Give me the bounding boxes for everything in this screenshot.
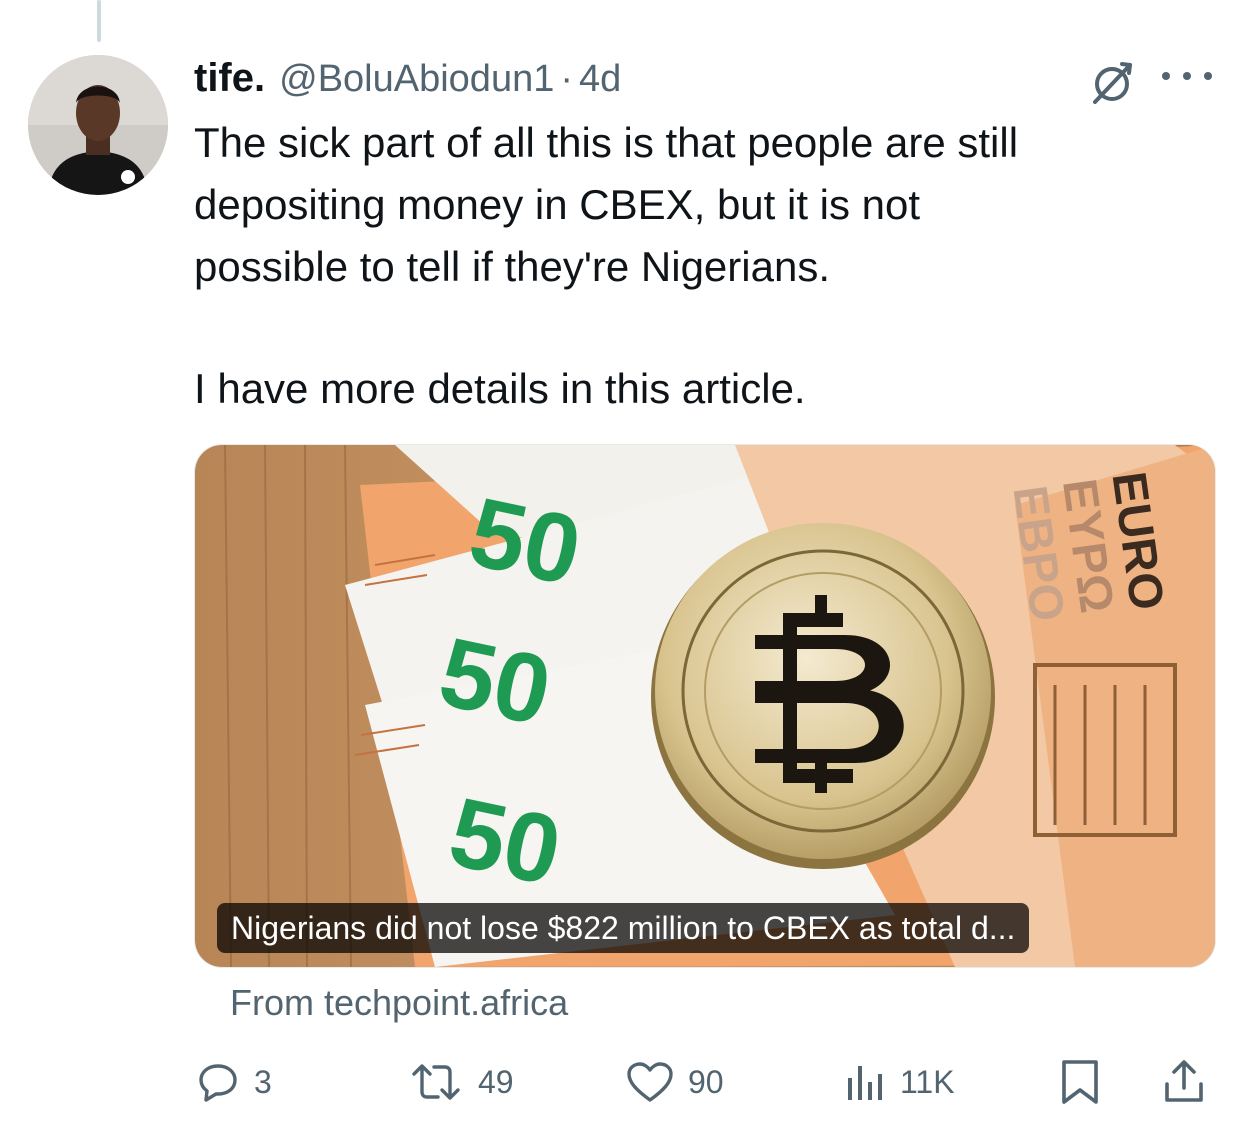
tweet-actions: 3 49 90 11K [0, 1050, 1242, 1114]
author-name[interactable]: tife. [194, 56, 265, 101]
reply-icon [199, 1064, 237, 1102]
tweet-text: The sick part of all this is that people… [194, 112, 1204, 420]
tweet-text-line: The sick part of all this is that people… [194, 119, 1019, 166]
heart-icon [627, 1062, 673, 1102]
bookmark-icon [1062, 1060, 1098, 1104]
repost-count: 49 [478, 1063, 514, 1100]
repost-button[interactable]: 49 [408, 1050, 514, 1114]
repost-icon [412, 1064, 460, 1100]
card-image-note-value: 50 [441, 776, 571, 906]
card-image-note-value: 50 [461, 476, 591, 606]
share-icon [1165, 1060, 1203, 1102]
tweet-text-line: I have more details in this article. [194, 365, 806, 412]
tweet-header: tife. @BoluAbiodun1 · 4d [194, 56, 621, 102]
author-handle[interactable]: @BoluAbiodun1 [279, 58, 554, 101]
views-count: 11K [900, 1063, 955, 1100]
views-icon [848, 1066, 882, 1100]
avatar-image [28, 55, 168, 195]
tweet-text-line: depositing money in CBEX, but it is not [194, 181, 921, 228]
like-button[interactable]: 90 [626, 1050, 724, 1114]
views-button[interactable]: 11K [842, 1050, 955, 1114]
card-title: Nigerians did not lose $822 million to C… [217, 903, 1030, 953]
card-source[interactable]: From techpoint.africa [230, 982, 568, 1024]
like-count: 90 [688, 1063, 724, 1100]
card-image: 50 50 50 EURO EYPΩ EBPO [195, 445, 1215, 967]
tweet-timestamp[interactable]: 4d [579, 58, 621, 101]
card-image-note-value: 50 [431, 616, 561, 746]
reply-count: 3 [254, 1063, 272, 1100]
bookmark-button[interactable] [1058, 1050, 1102, 1114]
link-card[interactable]: 50 50 50 EURO EYPΩ EBPO Nigerians did no… [194, 444, 1216, 968]
share-button[interactable] [1162, 1050, 1206, 1114]
reply-button[interactable]: 3 [196, 1050, 272, 1114]
grok-icon[interactable] [1086, 56, 1138, 108]
avatar[interactable] [28, 55, 168, 195]
thread-connector-line [97, 0, 101, 42]
tweet-text-line: possible to tell if they're Nigerians. [194, 243, 830, 290]
more-icon[interactable] [1162, 62, 1212, 90]
separator-dot: · [560, 58, 574, 100]
